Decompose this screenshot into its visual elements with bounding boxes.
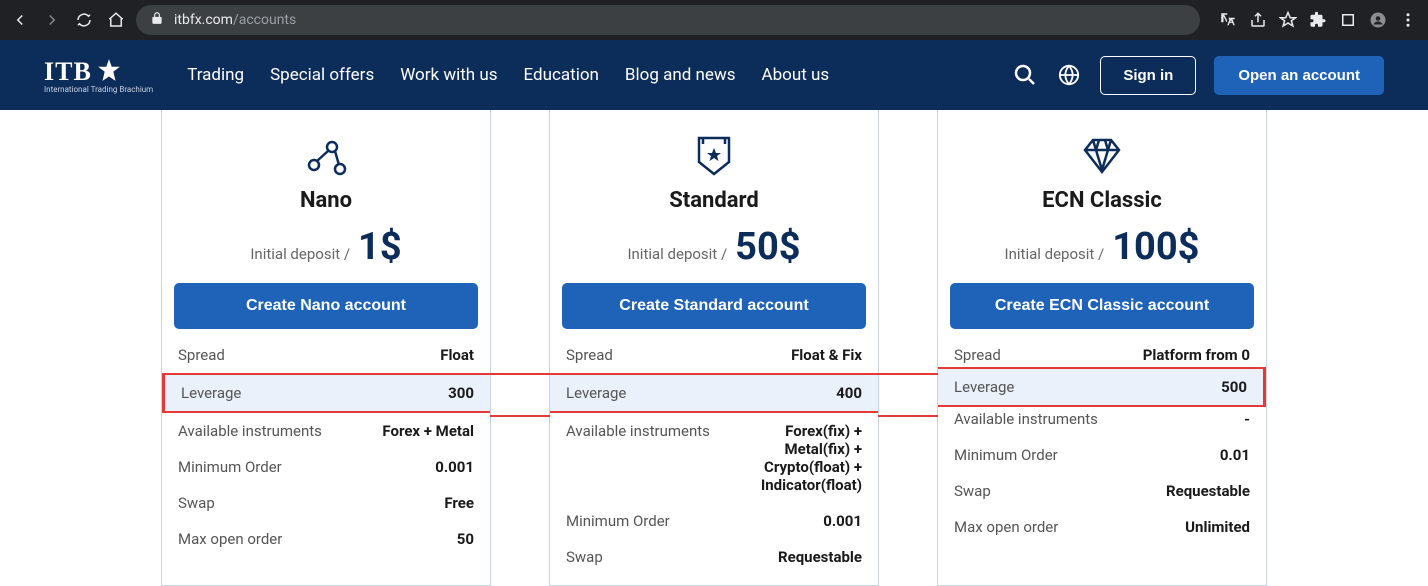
main-nav: Trading Special offers Work with us Educ… [187,65,829,85]
row-minorder: Minimum Order0.01 [938,437,1266,473]
browser-chrome: itbfx.com/accounts [0,0,1428,40]
row-spread: SpreadFloat [162,337,490,373]
back-button[interactable] [8,8,32,32]
reload-button[interactable] [72,8,96,32]
row-swap: SwapRequestable [938,473,1266,509]
translate-icon[interactable] [1216,8,1240,32]
create-ecn-button[interactable]: Create ECN Classic account [950,283,1254,329]
nav-about[interactable]: About us [762,65,830,85]
standard-icon [550,132,878,180]
url-text: itbfx.com/accounts [174,12,296,28]
logo[interactable]: ITB International Trading Brachium [44,57,153,94]
card-standard: Standard Initial deposit / 50$ Create St… [549,110,879,586]
create-standard-button[interactable]: Create Standard account [562,283,866,329]
row-maxopen: Max open orderUnlimited [938,509,1266,545]
accounts-cards: Nano Initial deposit / 1$ Create Nano ac… [0,110,1428,586]
logo-tagline: International Trading Brachium [44,85,153,94]
globe-icon[interactable] [1056,62,1082,88]
card-nano: Nano Initial deposit / 1$ Create Nano ac… [161,110,491,586]
signin-button[interactable]: Sign in [1100,56,1196,95]
deposit-amount: 50$ [735,225,800,269]
card-title: Standard [550,188,878,213]
row-minorder: Minimum Order0.001 [162,449,490,485]
row-swap: SwapRequestable [550,539,878,575]
row-minorder: Minimum Order0.001 [550,503,878,539]
tab-icon[interactable] [1336,8,1360,32]
deposit-label: Initial deposit / [627,245,727,263]
deposit-amount: 100$ [1112,225,1199,269]
site-header: ITB International Trading Brachium Tradi… [0,40,1428,110]
star-icon [96,57,122,87]
lock-icon [150,11,164,29]
nano-icon [162,132,490,180]
deposit-label: Initial deposit / [1005,245,1105,263]
search-icon[interactable] [1012,62,1038,88]
row-leverage: Leverage500 [938,367,1266,407]
deposit-amount: 1$ [358,225,402,269]
deposit-line: Initial deposit / 50$ [550,225,878,269]
row-instruments: Available instrumentsForex(fix) + Metal(… [550,413,878,503]
card-title: Nano [162,188,490,213]
open-account-button[interactable]: Open an account [1214,56,1384,95]
deposit-line: Initial deposit / 100$ [938,225,1266,269]
nav-offers[interactable]: Special offers [270,65,374,85]
ecn-icon [938,132,1266,180]
home-button[interactable] [104,8,128,32]
row-spread: SpreadFloat & Fix [550,337,878,373]
url-bar[interactable]: itbfx.com/accounts [136,5,1200,35]
deposit-line: Initial deposit / 1$ [162,225,490,269]
row-maxopen: Max open order50 [162,521,490,557]
nav-blog[interactable]: Blog and news [625,65,736,85]
row-swap: SwapFree [162,485,490,521]
star-icon[interactable] [1276,8,1300,32]
row-instruments: Available instrumentsForex + Metal [162,413,490,449]
deposit-label: Initial deposit / [250,245,350,263]
menu-icon[interactable] [1396,8,1420,32]
nav-education[interactable]: Education [524,65,599,85]
profile-icon[interactable] [1366,8,1390,32]
logo-text: ITB [44,57,92,87]
forward-button[interactable] [40,8,64,32]
create-nano-button[interactable]: Create Nano account [174,283,478,329]
share-icon[interactable] [1246,8,1270,32]
card-title: ECN Classic [938,188,1266,213]
card-ecn: ECN Classic Initial deposit / 100$ Creat… [937,110,1267,586]
nav-work[interactable]: Work with us [400,65,497,85]
row-leverage: Leverage400 [550,373,878,413]
extensions-icon[interactable] [1306,8,1330,32]
row-leverage: Leverage300 [162,373,490,413]
nav-trading[interactable]: Trading [187,65,244,85]
